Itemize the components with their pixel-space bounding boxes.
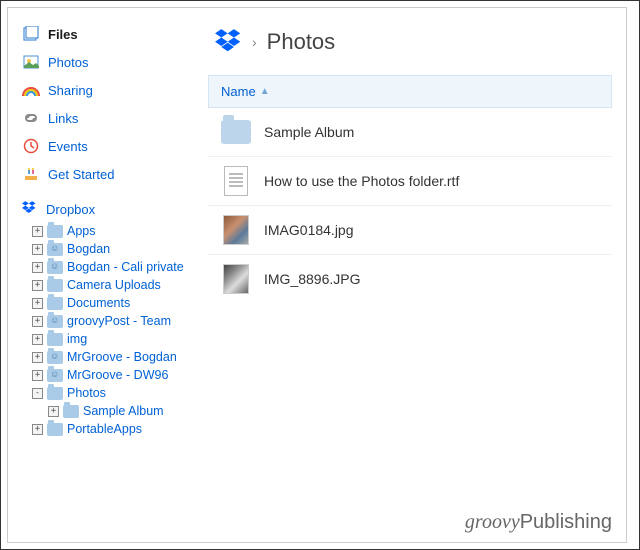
main-content: › Photos Name ▲ Sample Album How to use t… (208, 8, 626, 542)
tree-item-label: img (67, 332, 87, 346)
collapse-icon[interactable]: - (32, 388, 43, 399)
file-row[interactable]: How to use the Photos folder.rtf (208, 157, 612, 206)
expand-icon[interactable]: + (32, 424, 43, 435)
folder-icon (47, 351, 63, 364)
expand-icon[interactable]: + (32, 298, 43, 309)
nav-label: Links (48, 111, 78, 126)
expand-icon[interactable]: + (32, 280, 43, 291)
folder-icon (221, 120, 251, 144)
tree-item-label: Apps (67, 224, 96, 238)
file-row[interactable]: IMAG0184.jpg (208, 206, 612, 255)
expand-icon[interactable]: + (32, 370, 43, 381)
nav-label: Get Started (48, 167, 114, 182)
image-thumbnail-icon (223, 215, 249, 245)
nav-label: Sharing (48, 83, 93, 98)
tree-item-label: Bogdan (67, 242, 110, 256)
tree-item-label: MrGroove - DW96 (67, 368, 168, 382)
file-icon-wrap (220, 214, 252, 246)
breadcrumb-separator: › (252, 34, 257, 50)
dropbox-icon (22, 200, 40, 218)
file-row[interactable]: IMG_8896.JPG (208, 255, 612, 303)
file-name: IMG_8896.JPG (264, 271, 361, 287)
tree-root-label: Dropbox (46, 202, 95, 217)
files-icon (22, 25, 40, 43)
nav-item-get-started[interactable]: Get Started (22, 160, 202, 188)
tree-item-bogdan[interactable]: + Bogdan (22, 240, 202, 258)
nav-item-links[interactable]: Links (22, 104, 202, 132)
nav-item-sharing[interactable]: Sharing (22, 76, 202, 104)
tree-item-label: Bogdan - Cali private (67, 260, 184, 274)
column-header-name[interactable]: Name ▲ (208, 75, 612, 108)
tree-item-mrgroove-dw96[interactable]: + MrGroove - DW96 (22, 366, 202, 384)
nav-item-files[interactable]: Files (22, 20, 202, 48)
expand-icon[interactable]: + (48, 406, 59, 417)
file-name: Sample Album (264, 124, 354, 140)
breadcrumb: › Photos (208, 26, 612, 57)
folder-icon (47, 387, 63, 400)
expand-icon[interactable]: + (32, 226, 43, 237)
folder-icon (47, 243, 63, 256)
folder-icon (47, 279, 63, 292)
tree-item-camera-uploads[interactable]: + Camera Uploads (22, 276, 202, 294)
tree-item-mrgroove-bogdan[interactable]: + MrGroove - Bogdan (22, 348, 202, 366)
folder-icon (47, 423, 63, 436)
folder-icon (63, 405, 79, 418)
tree-item-groovypost-team[interactable]: + groovyPost - Team (22, 312, 202, 330)
sort-asc-icon: ▲ (260, 86, 270, 97)
file-row[interactable]: Sample Album (208, 108, 612, 157)
tree-item-sample-album[interactable]: + Sample Album (22, 402, 202, 420)
folder-tree: Dropbox + Apps + Bogdan + Bogdan - Cali priva… (22, 196, 202, 438)
rainbow-icon (22, 81, 40, 99)
expand-icon[interactable]: + (32, 244, 43, 255)
tree-item-photos[interactable]: - Photos (22, 384, 202, 402)
clock-icon (22, 137, 40, 155)
tree-item-bogdan-cali-private[interactable]: + Bogdan - Cali private (22, 258, 202, 276)
tree-root-dropbox[interactable]: Dropbox (22, 196, 202, 222)
file-icon-wrap (220, 116, 252, 148)
nav-label: Files (48, 27, 78, 42)
watermark: groovyPublishing (465, 511, 612, 534)
sidebar: Files Photos Sharing Links Events Get Started… (8, 8, 208, 542)
expand-icon[interactable]: + (32, 352, 43, 363)
nav-item-photos[interactable]: Photos (22, 48, 202, 76)
document-icon (224, 166, 248, 196)
tree-item-label: Photos (67, 386, 106, 400)
folder-icon (47, 225, 63, 238)
dropbox-icon[interactable] (214, 26, 242, 57)
file-icon-wrap (220, 263, 252, 295)
folder-icon (47, 261, 63, 274)
nav-label: Photos (48, 55, 88, 70)
column-label: Name (221, 84, 256, 99)
cake-icon (22, 165, 40, 183)
nav-item-events[interactable]: Events (22, 132, 202, 160)
expand-icon[interactable]: + (32, 316, 43, 327)
page-title: Photos (267, 29, 336, 55)
tree-item-portableapps[interactable]: + PortableApps (22, 420, 202, 438)
file-name: IMAG0184.jpg (264, 222, 354, 238)
tree-item-label: Sample Album (83, 404, 164, 418)
tree-item-label: MrGroove - Bogdan (67, 350, 177, 364)
file-name: How to use the Photos folder.rtf (264, 173, 459, 189)
expand-icon[interactable]: + (32, 262, 43, 273)
nav-label: Events (48, 139, 88, 154)
link-icon (22, 109, 40, 127)
tree-item-label: Camera Uploads (67, 278, 161, 292)
folder-icon (47, 297, 63, 310)
tree-item-img[interactable]: + img (22, 330, 202, 348)
folder-icon (47, 315, 63, 328)
tree-item-label: PortableApps (67, 422, 142, 436)
photos-icon (22, 53, 40, 71)
tree-item-label: groovyPost - Team (67, 314, 171, 328)
folder-icon (47, 369, 63, 382)
tree-item-apps[interactable]: + Apps (22, 222, 202, 240)
file-list: Sample Album How to use the Photos folder… (208, 108, 612, 303)
image-thumbnail-icon (223, 264, 249, 294)
expand-icon[interactable]: + (32, 334, 43, 345)
tree-item-label: Documents (67, 296, 130, 310)
tree-item-documents[interactable]: + Documents (22, 294, 202, 312)
folder-icon (47, 333, 63, 346)
file-icon-wrap (220, 165, 252, 197)
